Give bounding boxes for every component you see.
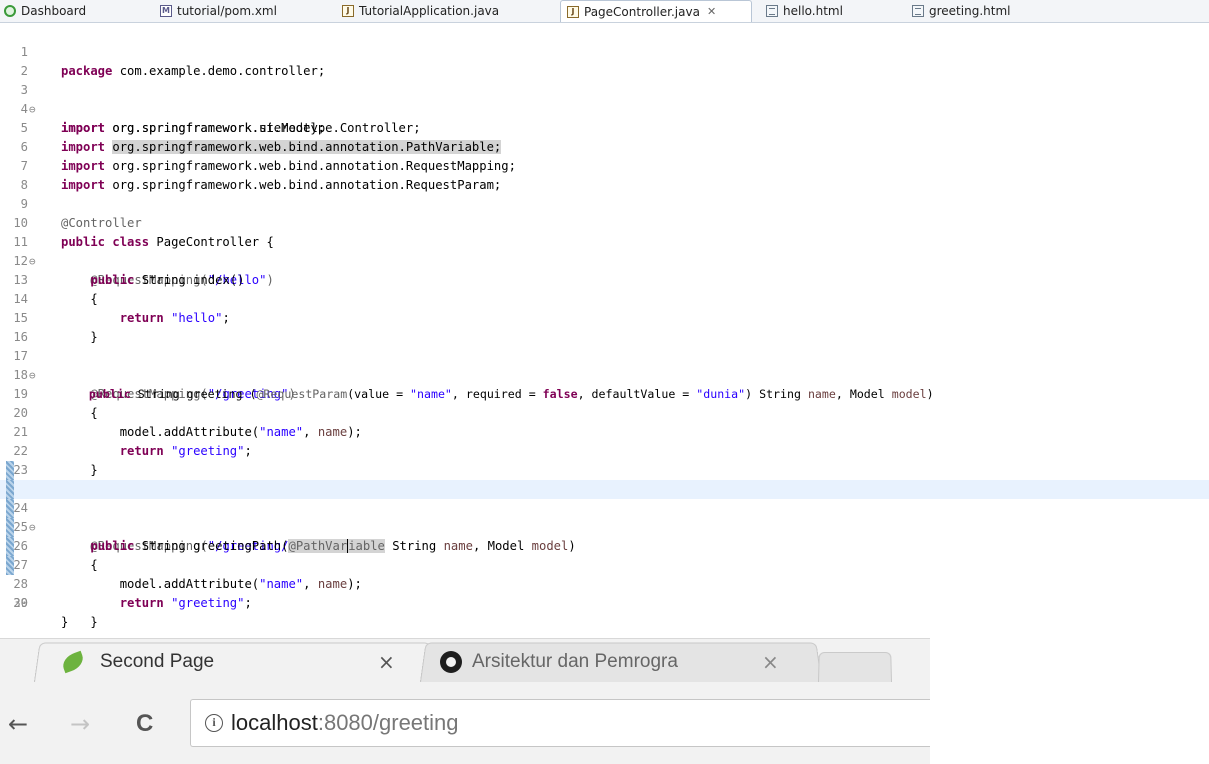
code-line: 5 import org.springframework.web.bind.an… [0, 100, 1209, 154]
line-number: 30 [13, 596, 28, 610]
tab-title-text: Arsitektur dan Pemrogra [472, 651, 678, 672]
code-line: 12 public String index() [0, 233, 1209, 287]
tab-label: greeting.html [929, 4, 1011, 18]
toolbar: ← → C i localhost:8080/greeting [0, 687, 930, 764]
close-tab-button[interactable]: × [378, 647, 395, 677]
code-line: 1 package com.example.demo.controller; [0, 24, 1209, 78]
tab-title-text: Second Page [100, 651, 215, 672]
tab-label: tutorial/pom.xml [177, 4, 277, 18]
browser-window: Second Page × Arsitektur dan Pemrogra × … [0, 638, 930, 764]
code-editor[interactable]: 1 package com.example.demo.controller; 2… [0, 23, 1209, 638]
code-line: 9 @Controller [0, 176, 1209, 230]
java-file-icon: J [567, 5, 579, 18]
code-line: 27 model.addAttribute("name", name); [0, 518, 1209, 591]
html-file-icon [912, 5, 924, 17]
info-icon[interactable]: i [205, 714, 223, 732]
tab-label: hello.html [783, 4, 843, 18]
string-literal: "greeting" [171, 596, 245, 610]
new-tab-button[interactable] [818, 651, 892, 682]
browser-tab-title: Second Page [59, 647, 215, 677]
close-icon[interactable]: ✕ [707, 5, 716, 18]
tab-label: PageController.java [584, 4, 700, 19]
change-marker [6, 518, 14, 537]
spring-leaf-icon [59, 650, 87, 674]
code-line: 22 } [0, 423, 1209, 477]
code-line: 11 ⊖ @RequestMapping("/hello") [0, 214, 1209, 287]
tab-label: TutorialApplication.java [359, 4, 500, 18]
code-line: 21 return "greeting"; [0, 404, 1209, 458]
code-line-current: 25 public String greetingPath(@PathVaria… [0, 480, 1209, 553]
change-marker [6, 480, 14, 499]
change-marker [6, 537, 14, 556]
url-host: localhost [231, 710, 318, 735]
code-line: 26 { [0, 499, 1209, 572]
change-marker [6, 556, 14, 575]
tab-tutorial-application[interactable]: J TutorialApplication.java [342, 0, 499, 22]
code-line: 14 return "hello"; [0, 271, 1209, 325]
tab-greeting-html[interactable]: greeting.html [912, 0, 1010, 22]
maven-file-icon: M [160, 5, 172, 17]
forward-button[interactable]: → [70, 709, 90, 739]
code-line: 3 ⊖ import org.springframework.stereotyp… [0, 62, 1209, 135]
code-line: 30 } [0, 575, 1209, 629]
code-line: 24 ⊖ @RequestMapping("/greeting/{name}") [0, 461, 1209, 553]
code-line: 28 return "greeting"; [0, 537, 1209, 610]
code-text: } [61, 615, 69, 629]
back-button[interactable]: ← [8, 709, 28, 739]
tab-page-controller[interactable]: J PageController.java ✕ [560, 0, 752, 22]
dashboard-icon [4, 5, 16, 17]
tab-dashboard[interactable]: Dashboard [4, 0, 86, 22]
code-line: 16 [0, 309, 1209, 344]
code-text: } [90, 615, 98, 629]
tab-label: Dashboard [21, 4, 87, 18]
tab-pom-xml[interactable]: M tutorial/pom.xml [160, 0, 277, 22]
code-line: 23 [0, 442, 1209, 477]
change-marker [6, 499, 14, 518]
url-path: :8080/greeting [317, 710, 459, 735]
github-icon [440, 651, 462, 673]
code-line: 20 model.addAttribute("name", name); [0, 385, 1209, 439]
code-line: 4 import org.springframework.ui.Model; [0, 81, 1209, 135]
editor-tab-bar: Dashboard M tutorial/pom.xml J TutorialA… [0, 0, 1209, 23]
code-line: 29 } [0, 556, 1209, 629]
code-line: 2 [0, 43, 1209, 78]
reload-button[interactable]: C [136, 709, 153, 739]
code-line: 15 } [0, 290, 1209, 344]
code-line: 7 import org.springframework.web.bind.an… [0, 138, 1209, 192]
java-file-icon: J [342, 5, 354, 17]
code-line: 10 public class PageController { [0, 195, 1209, 249]
code-line: 8 [0, 157, 1209, 192]
change-marker [6, 461, 14, 480]
keyword: return [119, 596, 164, 610]
tab-hello-html[interactable]: hello.html [766, 0, 843, 22]
code-line: 6 import org.springframework.web.bind.an… [0, 119, 1209, 173]
url-text: localhost:8080/greeting [231, 710, 459, 736]
code-line: 18 public String greeting (@RequestParam… [0, 347, 1209, 401]
code-line: 17 ⊖ @RequestMapping("/greeting") [0, 328, 1209, 401]
close-tab-button[interactable]: × [762, 647, 779, 677]
code-line: 19 { [0, 366, 1209, 420]
address-bar[interactable]: i localhost:8080/greeting [190, 699, 930, 747]
browser-tab-title: Arsitektur dan Pemrogra [440, 647, 678, 677]
html-file-icon [766, 5, 778, 17]
code-line: 13 { [0, 252, 1209, 306]
code-text: ; [244, 596, 252, 610]
